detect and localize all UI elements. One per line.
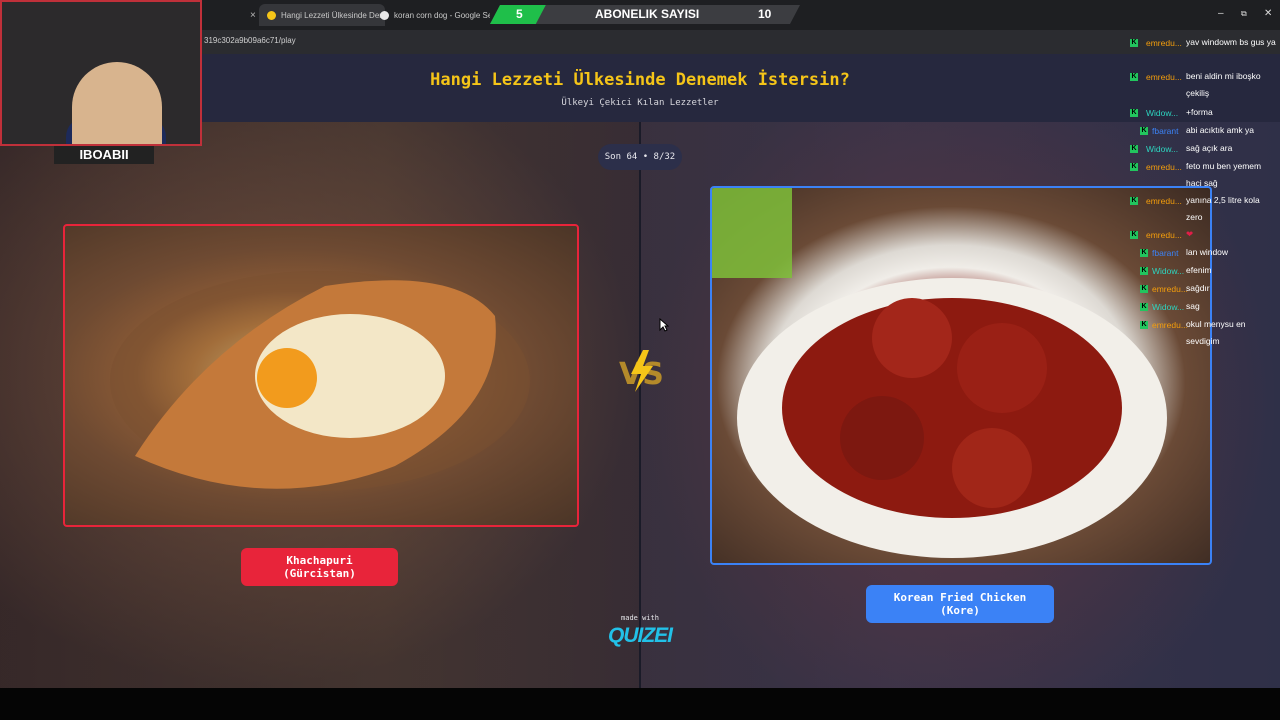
made-with-label: made with xyxy=(621,614,659,622)
google-favicon-icon xyxy=(380,10,389,20)
subscriber-goal-bar: 5 ABONELIK SAYISI 10 xyxy=(490,5,800,24)
tab-quiz-title: Hangi Lezzeti Ülkesinde Denem xyxy=(281,10,385,20)
chicken-illustration xyxy=(712,188,1167,558)
restore-icon[interactable]: ⧉ xyxy=(1241,9,1247,19)
quiz-page: Hangi Lezzeti Ülkesinde Denemek İstersin… xyxy=(0,54,1280,688)
choose-khachapuri-button[interactable]: Khachapuri (Gürcistan) xyxy=(241,548,398,586)
tab-quiz[interactable]: Hangi Lezzeti Ülkesinde Denem × xyxy=(259,4,385,26)
chat-badge-icon: K xyxy=(1140,127,1148,135)
chat-badge-icon: K xyxy=(1130,163,1138,171)
subscriber-current: 5 xyxy=(516,7,523,21)
khachapuri-illustration xyxy=(110,271,530,491)
webcam-overlay xyxy=(0,0,202,146)
close-window-icon[interactable]: ✕ xyxy=(1264,8,1272,19)
mouse-cursor-icon xyxy=(659,318,669,332)
minimize-icon[interactable]: – xyxy=(1218,8,1224,19)
chat-badge-icon: K xyxy=(1140,249,1148,257)
chat-badge-icon: K xyxy=(1130,197,1138,205)
chat-badge-icon: K xyxy=(1130,73,1138,81)
tab-google[interactable]: koran corn dog - Google Searc × xyxy=(380,4,490,26)
choose-korean-chicken-button[interactable]: Korean Fried Chicken (Kore) xyxy=(866,585,1054,623)
chat-badge-icon: K xyxy=(1140,267,1148,275)
khachapuri-image[interactable] xyxy=(63,224,579,527)
chat-badge-icon: K xyxy=(1140,285,1148,293)
chat-badge-icon: K xyxy=(1130,145,1138,153)
streamer-name: IBOABII xyxy=(54,146,154,164)
chat-badge-icon: K xyxy=(1130,39,1138,47)
subscriber-goal: 10 xyxy=(758,7,772,21)
chat-badge-icon: K xyxy=(1130,109,1138,117)
webcam-person xyxy=(72,62,162,144)
tab-close-prev[interactable]: × xyxy=(244,4,256,26)
quiz-favicon-icon xyxy=(267,10,276,20)
chat-badge-icon: K xyxy=(1140,321,1148,329)
taskbar-strip xyxy=(0,688,1280,720)
center-divider xyxy=(639,122,641,688)
tab-google-title: koran corn dog - Google Searc xyxy=(394,10,490,20)
chat-badge-icon: K xyxy=(1140,303,1148,311)
url-text[interactable]: 319c302a9b09a6c71/play xyxy=(204,36,296,45)
chat-badge-icon: K xyxy=(1130,231,1138,239)
quizei-logo[interactable]: QUIZEI xyxy=(600,624,680,648)
subscriber-label: ABONELIK SAYISI xyxy=(595,7,700,21)
round-badge: Son 64 • 8/32 xyxy=(598,144,682,170)
korean-fried-chicken-image[interactable] xyxy=(710,186,1212,565)
vs-lightning-icon: VS xyxy=(619,350,664,392)
